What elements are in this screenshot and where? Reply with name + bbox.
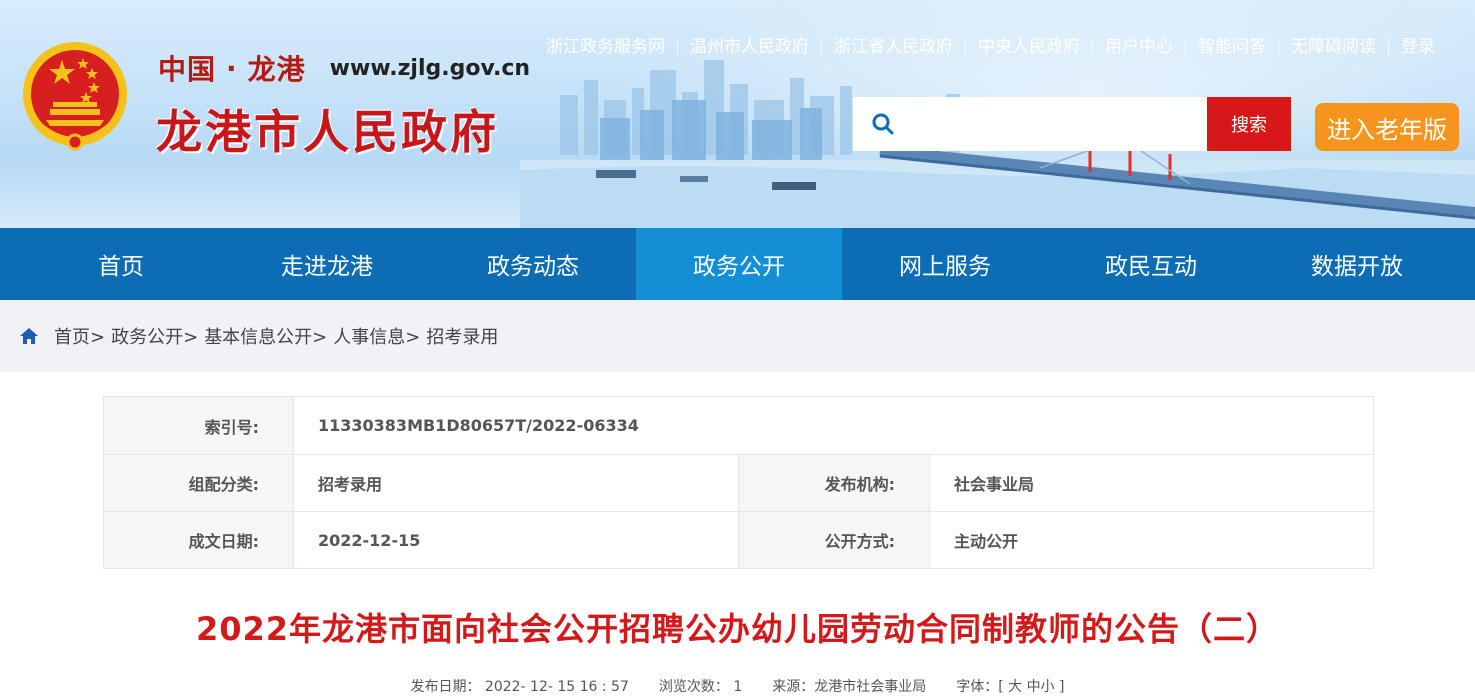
info-row: 组配分类: 招考录用 发布机构: 社会事业局 <box>104 454 1373 511</box>
toplink-wenzhou[interactable]: 温州市人民政府 <box>677 38 821 56</box>
date-label: 成文日期: <box>104 512 294 568</box>
index-value: 11330383MB1D80657T/2022-06334 <box>318 416 639 435</box>
publisher-value: 社会事业局 <box>954 475 1035 494</box>
search-button[interactable]: 搜索 <box>1207 97 1291 151</box>
toplink-zjzwfw[interactable]: 浙江政务服务网 <box>534 38 677 56</box>
breadcrumb-recruitment[interactable]: 招考录用 <box>426 323 498 349</box>
publish-date: 发布日期： 2022- 12- 15 16 : 57 <box>410 679 629 695</box>
view-count: 浏览次数： 1 <box>658 679 743 695</box>
toplink-accessibility[interactable]: 无障碍阅读 <box>1278 38 1388 56</box>
main-nav: 首页 走进龙港 政务动态 政务公开 网上服务 政民互动 数据开放 <box>0 228 1475 300</box>
toplink-login[interactable]: 登录 <box>1388 38 1447 56</box>
brand-tagline: 中国 · 龙港 www.zjlg.gov.cn <box>158 48 530 88</box>
breadcrumb-home[interactable]: 首页> <box>54 323 105 349</box>
toplink-zhejiang[interactable]: 浙江省人民政府 <box>821 38 965 56</box>
info-row: 索引号: 11330383MB1D80657T/2022-06334 <box>104 397 1373 454</box>
index-label: 索引号: <box>104 397 294 454</box>
date-value: 2022-12-15 <box>294 512 739 568</box>
brand-prefix: 中国 <box>158 53 217 86</box>
nav-about[interactable]: 走进龙港 <box>224 228 430 300</box>
mode-label: 公开方式: <box>739 512 930 568</box>
site-title: 龙港市人民政府 <box>156 105 499 159</box>
info-row: 成文日期: 2022-12-15 公开方式: 主动公开 <box>104 511 1373 568</box>
elder-mode-button[interactable]: 进入老年版 <box>1315 103 1459 151</box>
toplink-user-center[interactable]: 用户中心 <box>1092 38 1185 56</box>
nav-online-service[interactable]: 网上服务 <box>842 228 1048 300</box>
breadcrumb-gov-open[interactable]: 政务公开> <box>111 323 198 349</box>
brand-city: 龙港 <box>247 53 306 86</box>
nav-gov-open[interactable]: 政务公开 <box>636 228 842 300</box>
toplink-smart-qa[interactable]: 智能问答 <box>1185 38 1278 56</box>
nav-home[interactable]: 首页 <box>18 228 224 300</box>
mode-value: 主动公开 <box>954 532 1019 551</box>
breadcrumb-basic-info[interactable]: 基本信息公开> <box>204 323 327 349</box>
font-size-control[interactable]: 字体：[ 大 中小 ] <box>956 676 1064 696</box>
nav-open-data[interactable]: 数据开放 <box>1254 228 1460 300</box>
search-bar: 搜索 <box>853 97 1291 151</box>
brand-dot: · <box>226 51 238 85</box>
top-links: 浙江政务服务网 温州市人民政府 浙江省人民政府 中央人民政府 用户中心 智能问答… <box>534 38 1447 56</box>
category-value: 招考录用 <box>294 455 739 511</box>
search-icon[interactable] <box>871 112 895 136</box>
brand-url: www.zjlg.gov.cn <box>329 55 531 81</box>
nav-news[interactable]: 政务动态 <box>430 228 636 300</box>
category-label: 组配分类: <box>104 455 294 511</box>
site-header: 中国 · 龙港 www.zjlg.gov.cn 龙港市人民政府 浙江政务服务网 … <box>0 0 1475 228</box>
article-source: 来源：龙港市社会事业局 <box>772 679 927 695</box>
toplink-central-gov[interactable]: 中央人民政府 <box>965 38 1092 56</box>
article-title: 2022年龙港市面向社会公开招聘公办幼儿园劳动合同制教师的公告（二） <box>195 610 1280 648</box>
search-input[interactable] <box>907 114 1207 134</box>
article-meta: 发布日期： 2022- 12- 15 16 : 57 浏览次数： 1 来源：龙港… <box>0 676 1475 696</box>
document-info-table: 索引号: 11330383MB1D80657T/2022-06334 组配分类:… <box>103 396 1374 569</box>
nav-interaction[interactable]: 政民互动 <box>1048 228 1254 300</box>
search-box <box>853 97 1207 151</box>
breadcrumb-personnel[interactable]: 人事信息> <box>333 323 420 349</box>
breadcrumb: 首页> 政务公开> 基本信息公开> 人事信息> 招考录用 <box>0 300 1475 372</box>
home-icon[interactable] <box>18 325 40 347</box>
national-emblem-icon <box>23 42 127 151</box>
publisher-label: 发布机构: <box>739 455 930 511</box>
